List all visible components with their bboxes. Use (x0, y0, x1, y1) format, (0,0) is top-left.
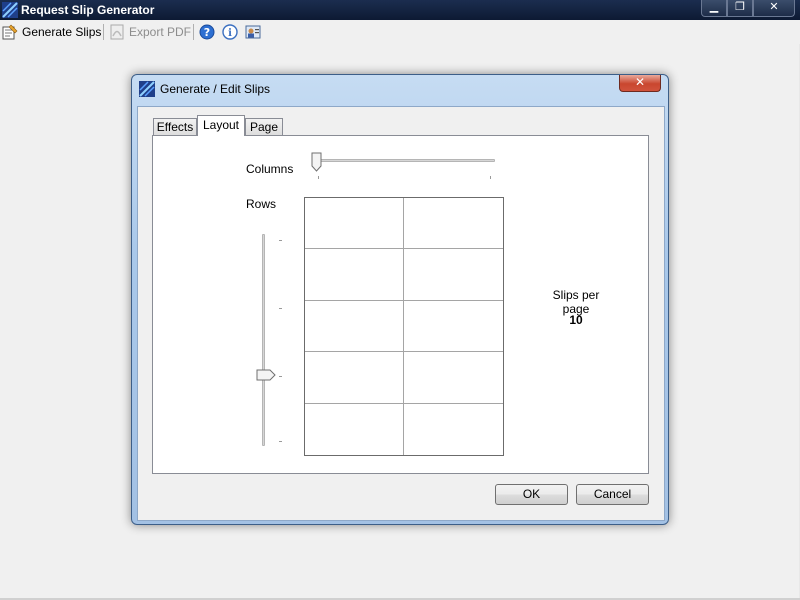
dialog-close-button[interactable]: ✕ (619, 75, 661, 92)
info-icon: i (222, 24, 238, 40)
export-pdf-button[interactable]: Export PDF (109, 23, 191, 41)
columns-slider-track[interactable] (315, 159, 495, 162)
slips-per-page-value: 10 (569, 313, 583, 327)
slip-cell (305, 249, 404, 301)
columns-slider-tick (490, 176, 491, 179)
about-icon (245, 25, 261, 39)
dialog-icon (139, 81, 155, 97)
slip-cell (404, 404, 503, 455)
help-button[interactable]: ? (199, 23, 219, 41)
columns-slider-thumb[interactable] (311, 152, 322, 172)
rows-label: Rows (246, 197, 277, 211)
slip-cell (305, 300, 404, 353)
ok-button[interactable]: OK (495, 484, 568, 505)
rows-slider-tick (279, 441, 282, 442)
slip-cell (305, 403, 404, 455)
dialog-client: Effects Layout Page Columns Rows Slips p… (137, 106, 665, 521)
toolbar: Generate Slips Export PDF ? i (0, 20, 800, 44)
columns-label: Columns (246, 162, 294, 176)
slip-cell (305, 198, 404, 250)
svg-text:i: i (228, 28, 232, 39)
generate-slips-icon (2, 24, 18, 40)
window-controls: ▁ ❐ ✕ (701, 0, 795, 17)
rows-slider-thumb[interactable] (256, 369, 276, 381)
slip-cell (305, 352, 404, 404)
dialog-title: Generate / Edit Slips (160, 82, 271, 96)
svg-text:?: ? (204, 26, 210, 39)
layout-tab-panel: Columns Rows Slips per page 10 (152, 135, 649, 474)
slip-layout-preview (304, 197, 504, 456)
tab-effects[interactable]: Effects (153, 118, 197, 136)
export-pdf-label: Export PDF (129, 25, 192, 39)
cancel-button[interactable]: Cancel (576, 484, 649, 505)
app-title-bar[interactable]: Request Slip Generator ▁ ❐ ✕ (0, 0, 800, 20)
generate-slips-label: Generate Slips (22, 25, 102, 39)
about-button[interactable] (245, 23, 265, 41)
restore-button[interactable]: ❐ (727, 0, 753, 17)
slip-cell (404, 249, 503, 301)
tab-layout[interactable]: Layout (197, 115, 245, 136)
generate-slips-button[interactable]: Generate Slips (2, 23, 101, 41)
slip-cell (404, 198, 503, 250)
close-button[interactable]: ✕ (753, 0, 795, 17)
tab-page[interactable]: Page (245, 118, 283, 136)
app-title: Request Slip Generator (21, 3, 155, 17)
minimize-button[interactable]: ▁ (701, 0, 727, 17)
generate-edit-slips-dialog: Generate / Edit Slips ✕ Effects Layout P… (131, 74, 669, 525)
help-icon: ? (199, 24, 215, 40)
app-icon (2, 2, 18, 18)
rows-slider-track[interactable] (262, 234, 265, 446)
rows-slider-tick (279, 308, 282, 309)
columns-slider-tick (318, 176, 319, 179)
toolbar-separator (193, 24, 194, 40)
slips-per-page-label: Slips per page (552, 288, 600, 316)
rows-slider-tick (279, 376, 282, 377)
slip-cell (404, 301, 503, 353)
toolbar-separator (103, 24, 104, 40)
slip-cell (404, 352, 503, 404)
info-button[interactable]: i (222, 23, 242, 41)
pdf-icon (110, 24, 124, 40)
rows-slider-tick (279, 240, 282, 241)
